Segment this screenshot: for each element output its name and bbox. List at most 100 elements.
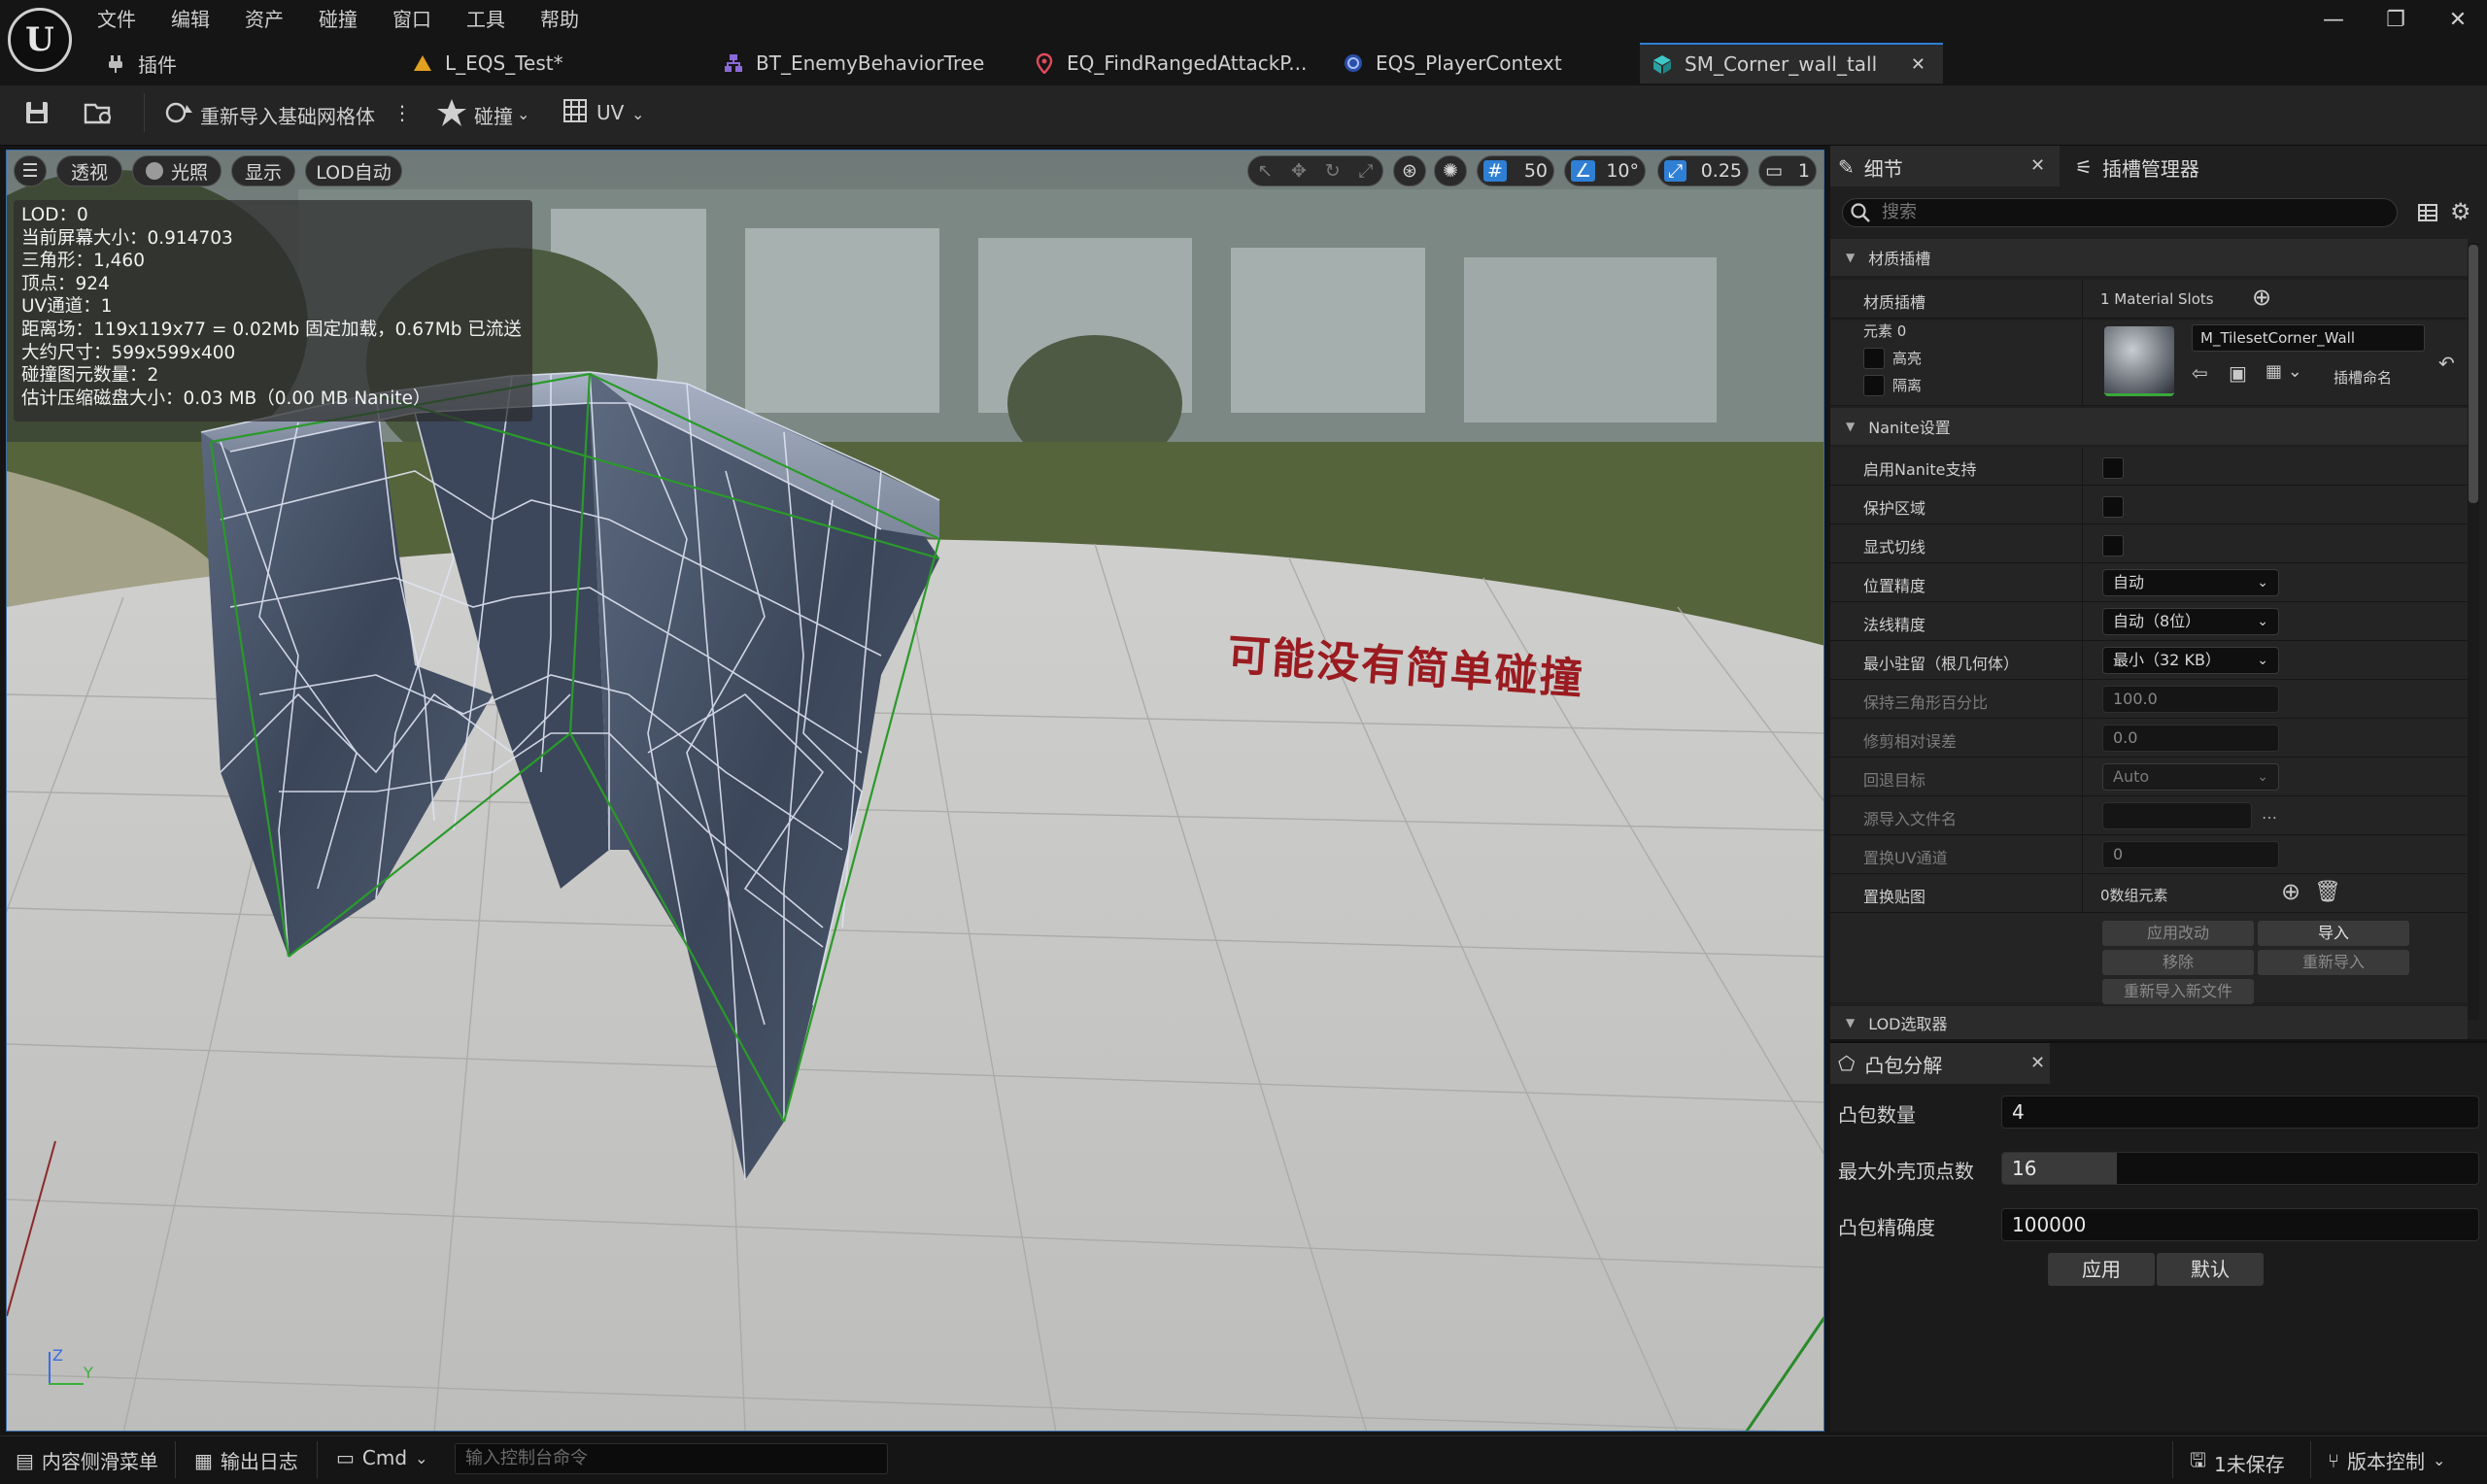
branch-icon: ⑂ [2328,1448,2339,1472]
menu-file[interactable]: 文件 [97,4,136,32]
tab-eqs-context[interactable]: EQS_PlayerContext [1343,43,1562,84]
minimize-button[interactable]: — [2314,8,2353,32]
details-scrollbar-thumb[interactable] [2469,245,2478,503]
keep-triangle-percent-field[interactable]: 100.0 [2102,686,2279,713]
tab-eqs-query[interactable]: EQ_FindRangedAttackP... [1034,43,1307,84]
chevron-down-icon: ⌄ [517,105,530,123]
tab-behavior-tree[interactable]: BT_EnemyBehaviorTree [723,43,984,84]
details-search-input[interactable]: 搜索 [1842,198,2398,227]
cmd-dropdown[interactable]: ▭ Cmd ⌄ [336,1446,427,1469]
socket-manager-tab[interactable]: ⚟ 插槽管理器 [2075,149,2199,186]
maximize-button[interactable]: ❐ [2376,8,2415,32]
reimport-new-file-button[interactable]: 重新导入新文件 [2102,979,2254,1004]
import-button[interactable]: 导入 [2258,921,2409,946]
table-view-icon[interactable] [2417,202,2438,223]
hull-precision-label: 凸包精确度 [1838,1216,1935,1239]
convex-decomposition-tab[interactable]: ⬠ 凸包分解 [1838,1045,1942,1082]
collision-icon[interactable] [435,97,468,128]
uv-grid-icon[interactable] [562,97,591,126]
uv-menu-button[interactable]: UV [596,101,624,124]
nanite-enable-checkbox[interactable] [2102,457,2124,479]
collision-menu-button[interactable]: 碰撞 [474,101,513,129]
reimport-nanite-button[interactable]: 重新导入 [2258,950,2409,975]
unreal-logo-icon[interactable]: U [8,8,72,72]
select-icon[interactable]: ↖ [1257,160,1273,182]
max-hull-verts-slider[interactable]: 16 [2001,1152,2479,1185]
save-icon[interactable] [23,99,51,126]
isolate-checkbox[interactable] [1863,375,1885,396]
viewport-options-button[interactable]: ☰ [14,155,47,186]
normal-precision-dropdown[interactable]: 自动（8位） ⌄ [2102,608,2279,635]
explicit-tangents-checkbox[interactable] [2102,535,2124,556]
preserve-area-checkbox[interactable] [2102,496,2124,518]
scale-snap-control[interactable]: ⤢ 0.25 [1657,155,1749,186]
reset-to-default-icon[interactable]: ↶ [2438,352,2455,375]
menu-tools[interactable]: 工具 [466,4,505,32]
add-element-icon[interactable]: ⊕ [2281,878,2300,905]
surface-snap-toggle[interactable]: ✺ [1434,155,1467,186]
use-selected-icon[interactable]: ⇦ [2192,361,2208,385]
material-picker[interactable]: M_TilesetCorner_Wall [2192,324,2425,352]
input-placeholder: 输入控制台命令 [465,1448,588,1468]
camera-speed-control[interactable]: ▭ 1 [1758,155,1817,186]
tab-plugins[interactable]: 插件 [105,43,177,84]
source-import-file-field[interactable] [2102,802,2252,829]
apply-changes-button[interactable]: 应用改动 [2102,921,2254,946]
menu-collision[interactable]: 碰撞 [319,4,358,32]
scale-icon[interactable]: ⤢ [1358,160,1373,182]
source-control-button[interactable]: ⑂ 版本控制 ⌄ [2328,1446,2445,1474]
rotation-snap-control[interactable]: ∠ 10° [1564,155,1646,186]
reimport-button[interactable]: 重新导入基础网格体 [200,101,375,129]
menu-window[interactable]: 窗口 [392,4,431,32]
material-options-icon[interactable]: ▦ ⌄ [2266,361,2302,382]
stat-vertices: 顶点：924 [21,273,110,294]
console-command-input[interactable]: 输入控制台命令 [455,1443,888,1474]
tab-static-mesh[interactable]: SM_Corner_wall_tall ✕ [1640,43,1943,84]
fallback-target-dropdown[interactable]: Auto ⌄ [2102,763,2279,791]
grid-snap-icon: # [1483,160,1507,182]
toolbar-more-button[interactable]: ⋮ [392,101,412,124]
material-thumbnail[interactable] [2104,326,2174,396]
show-button[interactable]: 显示 [231,155,295,186]
hull-count-field[interactable]: 4 [2001,1096,2479,1129]
menu-edit[interactable]: 编辑 [171,4,210,32]
details-close-icon[interactable]: ✕ [2030,155,2045,176]
trim-relative-error-field[interactable]: 0.0 [2102,725,2279,752]
default-button[interactable]: 默认 [2157,1253,2264,1286]
lod-picker-section-header[interactable]: ▼ LOD选取器 [1830,1006,2468,1039]
menu-asset[interactable]: 资产 [245,4,284,32]
perspective-button[interactable]: 透视 [56,155,122,186]
output-log-button[interactable]: ▦ 输出日志 [194,1446,298,1474]
apply-button[interactable]: 应用 [2048,1253,2155,1286]
add-slot-icon[interactable]: ⊕ [2252,284,2271,311]
content-drawer-button[interactable]: ▤ 内容侧滑菜单 [16,1446,158,1474]
world-local-toggle[interactable]: ⊛ [1393,155,1426,186]
hull-precision-field[interactable]: 100000 [2001,1208,2479,1241]
browse-icon[interactable]: ▣ [2229,361,2247,385]
settings-gear-icon[interactable]: ⚙ [2450,198,2471,225]
close-window-button[interactable]: ✕ [2438,8,2477,32]
browse-asset-icon[interactable] [84,99,115,126]
material-slots-section-header[interactable]: ▼ 材质插槽 [1830,239,2468,276]
trash-icon[interactable]: 🗑 [2314,880,2341,904]
convex-close-icon[interactable]: ✕ [2030,1053,2045,1073]
reimport-icon[interactable] [163,99,194,126]
min-residency-dropdown[interactable]: 最小（32 KB） ⌄ [2102,647,2279,674]
nanite-section-header[interactable]: ▼ Nanite设置 [1830,408,2468,445]
lod-auto-button[interactable]: LOD自动 [305,155,402,186]
tab-level[interactable]: L_EQS_Test* [412,43,563,84]
remove-button[interactable]: 移除 [2102,950,2254,975]
rotate-icon[interactable]: ↻ [1325,160,1341,182]
tab-close-icon[interactable]: ✕ [1911,54,1925,75]
displacement-uv-field[interactable]: 0 [2102,841,2279,868]
position-precision-dropdown[interactable]: 自动 ⌄ [2102,569,2279,596]
highlight-checkbox[interactable] [1863,348,1885,369]
hull-count-label: 凸包数量 [1838,1103,1916,1127]
grid-snap-control[interactable]: # 50 [1477,155,1554,186]
unsaved-button[interactable]: 🖫 1未保存 [2190,1446,2285,1479]
menu-help[interactable]: 帮助 [540,4,579,32]
details-tab[interactable]: ✎ 细节 [1838,149,1903,186]
move-icon[interactable]: ✥ [1291,160,1307,182]
browse-ellipsis-icon[interactable]: … [2262,804,2277,823]
lit-mode-button[interactable]: 光照 [132,155,221,186]
